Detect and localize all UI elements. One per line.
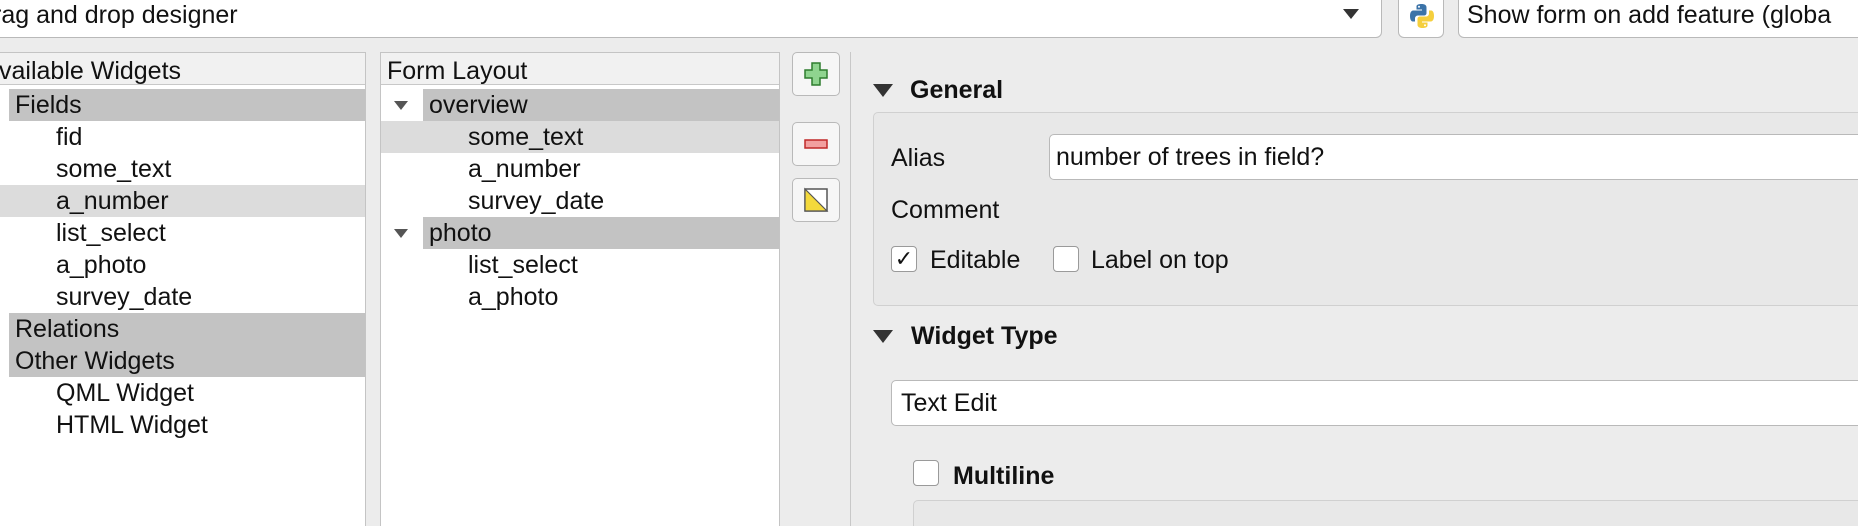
collapse-arrow-icon[interactable] <box>873 330 893 343</box>
container-overview[interactable]: overview <box>423 89 779 121</box>
widget-item[interactable]: QML Widget <box>0 377 365 409</box>
layout-item-label: some_text <box>468 123 584 151</box>
available-widgets-header: vailable Widgets <box>0 53 365 85</box>
group-other-widgets-label: Other Widgets <box>15 347 175 375</box>
widget-item-label: QML Widget <box>56 379 195 407</box>
collapse-arrow-icon[interactable] <box>873 84 893 97</box>
field-item-label: some_text <box>56 155 172 183</box>
python-init-button[interactable] <box>1398 0 1444 38</box>
container-photo-label: photo <box>429 219 492 247</box>
widget-type-section-title: Widget Type <box>911 322 1058 350</box>
plus-icon <box>804 62 828 86</box>
field-item[interactable]: some_text <box>0 153 365 185</box>
top-toolbar: rag and drop designer Show form on add f… <box>0 0 1858 42</box>
field-item[interactable]: fid <box>0 121 365 153</box>
field-item-label: survey_date <box>56 283 193 311</box>
editable-checkbox[interactable]: ✓ <box>891 246 917 272</box>
multiline-label: Multiline <box>953 462 1055 490</box>
remove-item-button[interactable] <box>792 122 840 166</box>
group-relations[interactable]: Relations <box>9 313 365 345</box>
field-item-selected[interactable]: a_number <box>0 185 365 217</box>
chevron-down-icon <box>1343 9 1359 19</box>
layout-item-label: a_number <box>468 155 581 183</box>
label-on-top-label: Label on top <box>1091 246 1229 274</box>
add-container-button[interactable] <box>792 52 840 96</box>
field-item-label: fid <box>56 123 83 151</box>
group-fields[interactable]: Fields <box>9 89 365 121</box>
form-layout-panel: Form Layout overview some_text a_number … <box>380 52 780 526</box>
group-other-widgets[interactable]: Other Widgets <box>9 345 365 377</box>
layout-designer-combo[interactable]: rag and drop designer <box>0 0 1382 38</box>
general-section-title: General <box>910 76 1004 104</box>
field-item-label: a_number <box>56 187 169 215</box>
label-on-top-checkbox[interactable] <box>1053 246 1079 272</box>
invert-selection-icon <box>804 187 829 212</box>
collapse-arrow-icon[interactable] <box>394 229 408 238</box>
layout-item[interactable]: a_number <box>381 153 779 185</box>
multiline-checkbox[interactable] <box>913 460 939 486</box>
field-item-label: list_select <box>56 219 166 247</box>
form-layout-header: Form Layout <box>381 53 779 85</box>
comment-label: Comment <box>891 196 1000 224</box>
show-form-combo-value: Show form on add feature (globa <box>1467 1 1832 29</box>
layout-item-label: a_photo <box>468 283 559 311</box>
collapse-arrow-icon[interactable] <box>394 101 408 110</box>
properties-panel: General Alias number of trees in field? … <box>850 52 1858 526</box>
layout-item[interactable]: a_photo <box>381 281 779 313</box>
form-layout-title: Form Layout <box>387 57 528 85</box>
field-item[interactable]: list_select <box>0 217 365 249</box>
group-relations-label: Relations <box>15 315 120 343</box>
multiline-groupbox <box>913 500 1858 526</box>
field-item[interactable]: survey_date <box>0 281 365 313</box>
layout-item[interactable]: survey_date <box>381 185 779 217</box>
python-icon <box>1410 4 1434 28</box>
group-fields-label: Fields <box>15 91 82 119</box>
container-photo[interactable]: photo <box>423 217 779 249</box>
minus-icon <box>804 139 828 149</box>
field-item-label: a_photo <box>56 251 147 279</box>
alias-input[interactable]: number of trees in field? <box>1049 134 1858 180</box>
layout-designer-combo-value: rag and drop designer <box>0 1 238 29</box>
layout-item[interactable]: list_select <box>381 249 779 281</box>
widget-item-label: HTML Widget <box>56 411 208 439</box>
container-overview-label: overview <box>429 91 528 119</box>
available-widgets-title: vailable Widgets <box>0 57 182 85</box>
editable-label: Editable <box>930 246 1021 274</box>
field-item[interactable]: a_photo <box>0 249 365 281</box>
layout-item-selected[interactable]: some_text <box>381 121 779 153</box>
layout-item-label: survey_date <box>468 187 605 215</box>
available-widgets-panel: vailable Widgets Fields fid some_text a_… <box>0 52 366 526</box>
layout-item-label: list_select <box>468 251 578 279</box>
widget-type-select[interactable]: Text Edit <box>891 380 1858 426</box>
alias-label: Alias <box>891 144 946 172</box>
show-form-combo[interactable]: Show form on add feature (globa <box>1458 0 1858 38</box>
widget-item[interactable]: HTML Widget <box>0 409 365 441</box>
invert-selection-button[interactable] <box>792 178 840 222</box>
